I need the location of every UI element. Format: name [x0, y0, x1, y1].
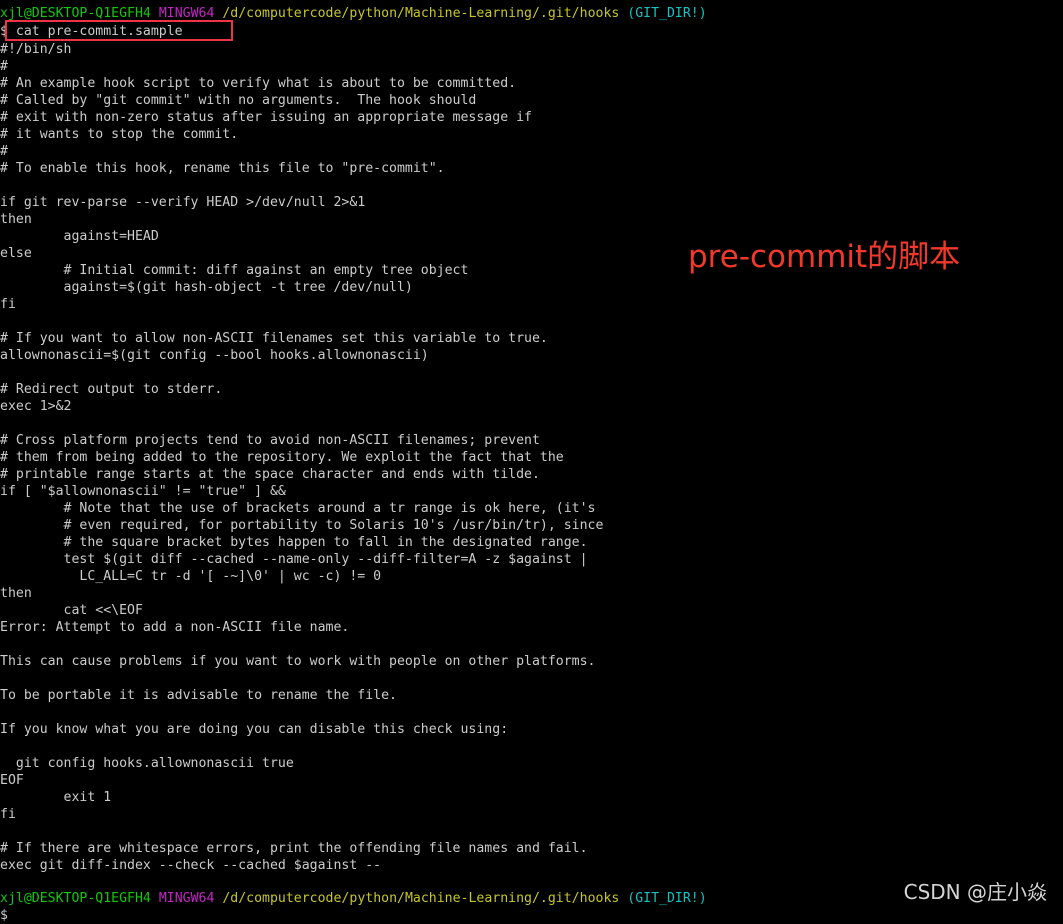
output-line: allownonascii=$(git config --bool hooks.… — [0, 348, 429, 363]
output-line: # Cross platform projects tend to avoid … — [0, 433, 540, 448]
prompt-path-bottom: /d/computercode/python/Machine-Learning/… — [222, 891, 620, 906]
output-line: exit 1 — [0, 790, 112, 805]
output-line: # To enable this hook, rename this file … — [0, 161, 445, 176]
terminal-window[interactable]: xjl@DESKTOP-Q1EGFH4 MINGW64 /d/computerc… — [0, 0, 1063, 923]
output-line: If you know what you are doing you can d… — [0, 722, 509, 737]
output-line: cat <<\EOF — [0, 603, 143, 618]
prompt-dollar-symbol: $ — [0, 24, 8, 39]
output-line: LC_ALL=C tr -d '[ -~]\0' | wc -c) != 0 — [0, 569, 382, 584]
prompt-dollar-symbol-bottom: $ — [0, 908, 8, 923]
output-line: # If you want to allow non-ASCII filenam… — [0, 331, 548, 346]
prompt-shell-label-bottom: MINGW64 — [158, 891, 215, 906]
watermark: CSDN @庄小焱 — [903, 880, 1047, 904]
output-line: # If there are whitespace errors, print … — [0, 841, 588, 856]
output-line: test $(git diff --cached --name-only --d… — [0, 552, 588, 567]
output-line: if [ "$allownonascii" != "true" ] && — [0, 484, 286, 499]
output-line: # the square bracket bytes happen to fal… — [0, 535, 588, 550]
output-line: if git rev-parse --verify HEAD >/dev/nul… — [0, 195, 366, 210]
output-line: # printable range starts at the space ch… — [0, 467, 540, 482]
output-line: Error: Attempt to add a non-ASCII file n… — [0, 620, 350, 635]
output-line: against=$(git hash-object -t tree /dev/n… — [0, 280, 413, 295]
output-line: # Redirect output to stderr. — [0, 382, 223, 397]
output-line: git config hooks.allownonascii true — [0, 756, 294, 771]
command-output: #!/bin/sh # # An example hook script to ve… — [0, 41, 1063, 874]
prompt-dollar-bottom[interactable]: $ — [0, 907, 8, 924]
output-line: # them from being added to the repositor… — [0, 450, 564, 465]
prompt-shell-label: MINGW64 — [158, 6, 215, 21]
output-line: # even required, for portability to Sola… — [0, 518, 604, 533]
annotation-text: pre-commit的脚本 — [688, 239, 961, 275]
output-line: # Called by "git commit" with no argumen… — [0, 93, 477, 108]
output-line: # — [0, 144, 8, 159]
prompt-user-host: xjl@DESKTOP-Q1EGFH4 — [0, 6, 151, 21]
output-line: exec 1>&2 — [0, 399, 72, 414]
prompt-line-top: xjl@DESKTOP-Q1EGFH4 MINGW64 /d/computerc… — [0, 5, 707, 22]
output-line: then — [0, 212, 32, 227]
output-line: fi — [0, 807, 16, 822]
output-line: then — [0, 586, 32, 601]
output-line: fi — [0, 297, 16, 312]
prompt-git-state-bottom: (GIT_DIR!) — [627, 891, 707, 906]
output-line: To be portable it is advisable to rename… — [0, 688, 397, 703]
output-line: #!/bin/sh — [0, 42, 72, 57]
output-line: This can cause problems if you want to w… — [0, 654, 596, 669]
output-line: # Note that the use of brackets around a… — [0, 501, 596, 516]
prompt-path: /d/computercode/python/Machine-Learning/… — [222, 6, 620, 21]
output-line: EOF — [0, 773, 24, 788]
prompt-space-b1 — [151, 891, 159, 906]
prompt-user-host-bottom: xjl@DESKTOP-Q1EGFH4 — [0, 891, 151, 906]
command-text[interactable]: cat pre-commit.sample — [8, 24, 183, 39]
command-line[interactable]: $ cat pre-commit.sample — [0, 22, 183, 41]
prompt-space-1 — [151, 6, 159, 21]
output-line: # An example hook script to verify what … — [0, 76, 517, 91]
output-line: # it wants to stop the commit. — [0, 127, 239, 142]
output-line: exec git diff-index --check --cached $ag… — [0, 858, 382, 873]
prompt-line-bottom: xjl@DESKTOP-Q1EGFH4 MINGW64 /d/computerc… — [0, 890, 707, 907]
output-line: # — [0, 59, 8, 74]
prompt-git-state: (GIT_DIR!) — [627, 6, 707, 21]
output-line: # exit with non-zero status after issuin… — [0, 110, 532, 125]
